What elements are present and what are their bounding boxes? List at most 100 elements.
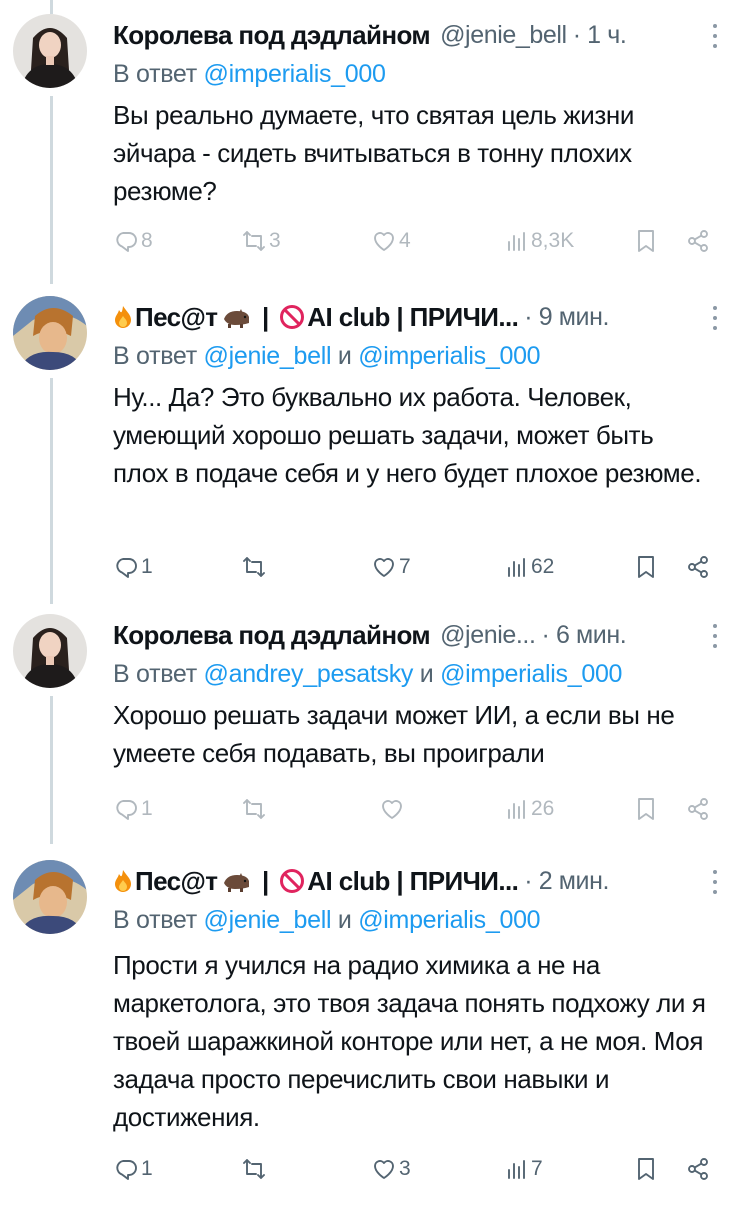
mention-link[interactable]: @jenie_bell bbox=[204, 906, 332, 934]
like-button[interactable]: 4 bbox=[371, 226, 411, 256]
action-bar: 8 3 4 8,3K bbox=[113, 226, 713, 256]
author-handle[interactable]: @jenie... bbox=[440, 621, 536, 650]
author-name[interactable]: Королева под дэдлайном bbox=[113, 620, 431, 651]
views-icon bbox=[508, 1160, 525, 1179]
reply-prefix: В ответ bbox=[113, 906, 197, 934]
views-button[interactable]: 62 bbox=[503, 552, 554, 582]
bookmark-button[interactable] bbox=[633, 226, 659, 256]
repost-button[interactable]: 3 bbox=[241, 226, 281, 256]
views-count: 26 bbox=[531, 797, 555, 820]
mention-link[interactable]: @imperialis_000 bbox=[440, 660, 622, 688]
timestamp[interactable]: · 9 мин. bbox=[524, 303, 609, 332]
author-name-prefix: Пес@т bbox=[135, 301, 218, 332]
repost-button[interactable] bbox=[241, 552, 267, 582]
share-button[interactable] bbox=[685, 552, 711, 582]
share-icon bbox=[688, 798, 708, 820]
reply-count: 8 bbox=[141, 229, 153, 252]
author-name-separator: | bbox=[255, 301, 276, 332]
views-button[interactable]: 8,3K bbox=[503, 226, 574, 256]
tweet[interactable]: Пес@т | AI club | ПРИЧИ... · 2 мин. В от… bbox=[0, 860, 742, 1200]
bookmark-button[interactable] bbox=[633, 552, 659, 582]
author-handle[interactable]: @jenie_bell bbox=[440, 21, 567, 50]
bookmark-button[interactable] bbox=[633, 1154, 659, 1184]
repost-button[interactable] bbox=[241, 1154, 267, 1184]
tweet[interactable]: Королева под дэдлайном @jenie_bell · 1 ч… bbox=[0, 14, 742, 276]
tweet-text: Вы реально думаете, что святая цель жизн… bbox=[113, 100, 635, 206]
views-icon bbox=[508, 232, 525, 251]
like-button[interactable]: 3 bbox=[371, 1154, 411, 1184]
author-name[interactable]: Пес@т | AI club | ПРИЧИ... bbox=[113, 865, 519, 897]
views-button[interactable]: 7 bbox=[503, 1154, 543, 1184]
prohibited-icon bbox=[280, 869, 305, 893]
author-name-prefix: Пес@т bbox=[135, 865, 218, 896]
author-name[interactable]: Королева под дэдлайном bbox=[113, 20, 431, 51]
fire-icon bbox=[115, 870, 131, 892]
tweet-header: Королева под дэдлайном @jenie... · 6 мин… bbox=[113, 618, 722, 652]
share-button[interactable] bbox=[685, 226, 711, 256]
views-icon bbox=[508, 800, 525, 819]
share-icon bbox=[688, 230, 708, 252]
bookmark-icon bbox=[638, 1158, 654, 1180]
avatar[interactable] bbox=[13, 860, 87, 934]
avatar[interactable] bbox=[13, 14, 87, 88]
mention-link[interactable]: @imperialis_000 bbox=[204, 60, 386, 88]
more-icon[interactable] bbox=[710, 306, 720, 330]
more-icon[interactable] bbox=[710, 624, 720, 648]
reply-icon bbox=[116, 800, 137, 820]
bookmark-icon bbox=[638, 556, 654, 578]
more-icon[interactable] bbox=[710, 24, 720, 48]
tweet-header: Пес@т | AI club | ПРИЧИ... · 2 мин. bbox=[113, 864, 722, 898]
like-count: 3 bbox=[399, 1157, 411, 1180]
more-icon[interactable] bbox=[710, 870, 720, 894]
mention-link[interactable]: @imperialis_000 bbox=[358, 906, 540, 934]
action-bar: 1 3 7 bbox=[113, 1154, 713, 1184]
avatar[interactable] bbox=[13, 614, 87, 688]
reply-prefix: В ответ bbox=[113, 342, 197, 370]
like-button[interactable] bbox=[379, 794, 405, 824]
reply-to: В ответ @jenie_bell и @imperialis_000 bbox=[113, 906, 541, 935]
reply-button[interactable]: 1 bbox=[113, 794, 153, 824]
mention-link[interactable]: @jenie_bell bbox=[204, 342, 332, 370]
timestamp[interactable]: · 1 ч. bbox=[573, 21, 627, 50]
tweet[interactable]: Пес@т | AI club | ПРИЧИ... · 9 мин. В от… bbox=[0, 296, 742, 596]
author-name-separator: | bbox=[255, 865, 276, 896]
repost-count: 3 bbox=[269, 229, 281, 252]
repost-icon bbox=[243, 799, 265, 819]
timestamp[interactable]: · 6 мин. bbox=[542, 621, 627, 650]
share-button[interactable] bbox=[685, 1154, 711, 1184]
reply-icon bbox=[116, 232, 137, 252]
tweet-header: Королева под дэдлайном @jenie_bell · 1 ч… bbox=[113, 18, 722, 52]
timestamp[interactable]: · 2 мин. bbox=[524, 867, 609, 896]
tweet[interactable]: Королева под дэдлайном @jenie... · 6 мин… bbox=[0, 614, 742, 836]
views-count: 62 bbox=[531, 555, 555, 578]
reply-to: В ответ @jenie_bell и @imperialis_000 bbox=[113, 342, 541, 371]
like-count: 7 bbox=[399, 555, 411, 578]
author-name[interactable]: Пес@т | AI club | ПРИЧИ... bbox=[113, 301, 519, 333]
boar-icon bbox=[224, 309, 250, 328]
avatar[interactable] bbox=[13, 296, 87, 370]
like-icon bbox=[374, 232, 394, 251]
views-count: 8,3K bbox=[531, 229, 575, 252]
repost-button[interactable] bbox=[241, 794, 267, 824]
reply-button[interactable]: 8 bbox=[113, 226, 153, 256]
mention-link[interactable]: @andrey_pesatsky bbox=[204, 660, 414, 688]
tweet-text: Ну... Да? Это буквально их работа. Челов… bbox=[113, 382, 702, 488]
mention-link[interactable]: @imperialis_000 bbox=[358, 342, 540, 370]
like-icon bbox=[374, 1160, 394, 1179]
share-icon bbox=[688, 556, 708, 578]
reply-button[interactable]: 1 bbox=[113, 1154, 153, 1184]
author-name-suffix: AI club | ПРИЧИ... bbox=[307, 865, 519, 896]
fire-icon bbox=[115, 306, 131, 328]
tweet-text: Хорошо решать задачи может ИИ, а если вы… bbox=[113, 700, 675, 768]
thread-line bbox=[50, 0, 53, 14]
like-button[interactable]: 7 bbox=[371, 552, 411, 582]
repost-icon bbox=[243, 231, 265, 251]
action-bar: 1 26 bbox=[113, 794, 713, 824]
share-button[interactable] bbox=[685, 794, 711, 824]
boar-icon bbox=[224, 873, 250, 892]
reply-button[interactable]: 1 bbox=[113, 552, 153, 582]
bookmark-button[interactable] bbox=[633, 794, 659, 824]
reply-joiner: и bbox=[337, 906, 352, 934]
reply-count: 1 bbox=[141, 555, 153, 578]
views-button[interactable]: 26 bbox=[503, 794, 554, 824]
